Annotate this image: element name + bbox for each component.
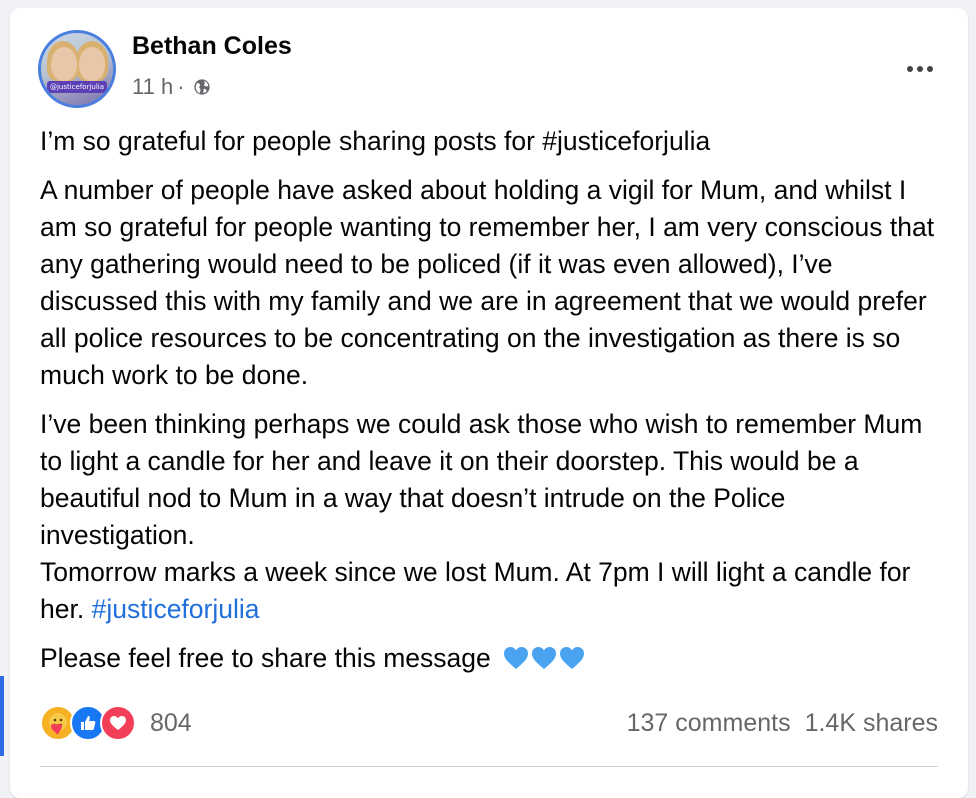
reactions-summary[interactable]: 804 bbox=[40, 705, 192, 741]
focus-indicator bbox=[0, 676, 4, 756]
globe-icon[interactable] bbox=[193, 78, 211, 96]
love-reaction-icon bbox=[100, 705, 136, 741]
hashtag-link[interactable]: #justiceforjulia bbox=[92, 594, 260, 624]
post-card: @justiceforjulia Bethan Coles 11 h · I’m… bbox=[10, 8, 968, 798]
post-paragraph: Please feel free to share this message bbox=[40, 640, 945, 677]
author-name[interactable]: Bethan Coles bbox=[132, 32, 292, 61]
post-stats: 137 comments 1.4K shares bbox=[627, 709, 938, 738]
more-options-dot bbox=[927, 66, 933, 72]
post-meta: 11 h · bbox=[132, 74, 211, 100]
post-text: Please feel free to share this message bbox=[40, 643, 491, 673]
post-time[interactable]: 11 h bbox=[132, 74, 173, 100]
shares-count[interactable]: 1.4K shares bbox=[805, 709, 938, 738]
post-body: I’m so grateful for people sharing posts… bbox=[40, 123, 945, 689]
more-options-dot bbox=[917, 66, 923, 72]
post-paragraph: I’m so grateful for people sharing posts… bbox=[40, 126, 711, 156]
comments-count[interactable]: 137 comments bbox=[627, 709, 791, 738]
post-footer: 804 137 comments 1.4K shares bbox=[40, 698, 938, 748]
blue-heart-icon bbox=[504, 647, 529, 669]
reaction-count[interactable]: 804 bbox=[150, 709, 192, 738]
more-options-button[interactable] bbox=[900, 54, 940, 84]
divider bbox=[40, 766, 938, 767]
avatar-face bbox=[79, 47, 105, 81]
more-options-icon bbox=[907, 66, 913, 72]
post-header: @justiceforjulia Bethan Coles 11 h · bbox=[38, 30, 940, 110]
blue-heart-icon bbox=[560, 647, 585, 669]
post-paragraph: I’ve been thinking perhaps we could ask … bbox=[40, 409, 923, 550]
meta-separator: · bbox=[177, 74, 185, 99]
post-paragraph: A number of people have asked about hold… bbox=[40, 175, 935, 390]
avatar[interactable]: @justiceforjulia bbox=[38, 30, 116, 108]
post-paragraph: Tomorrow marks a week since we lost Mum.… bbox=[40, 554, 945, 628]
avatar-banner: @justiceforjulia bbox=[47, 81, 107, 93]
blue-heart-icon bbox=[532, 647, 557, 669]
avatar-face bbox=[51, 47, 77, 81]
